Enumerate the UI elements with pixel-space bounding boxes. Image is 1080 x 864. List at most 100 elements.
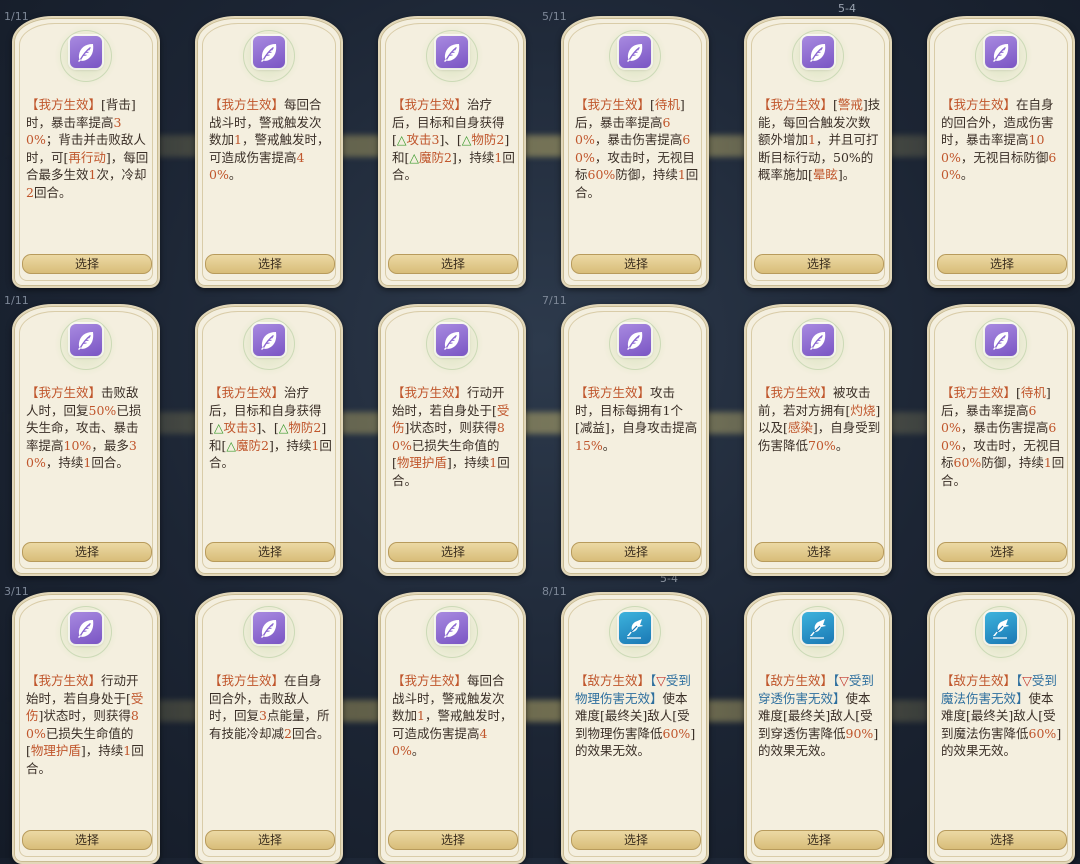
leaf-icon <box>985 324 1017 356</box>
skill-card[interactable]: 【敌方生效】【▽受到物理伤害无效】使本难度[最终关]敌人[受到物理伤害降低60%… <box>561 592 709 864</box>
skill-card[interactable]: 【我方生效】治疗后，目标和自身获得[△攻击3]、[△物防2]和[△魔防2]，持续… <box>195 304 343 576</box>
description-fragment: ，无视目标防御 <box>960 149 1049 165</box>
description-fragment: 。 <box>228 167 242 182</box>
description-fragment: ]、[ <box>256 420 279 435</box>
card-description: 【我方生效】[警戒]技能，每回合触发次数额外增加1，并且可打断目标行动，50%的… <box>758 96 882 184</box>
description-fragment: △ <box>213 420 224 435</box>
description-fragment: 90% <box>845 725 874 741</box>
skill-card[interactable]: 【我方生效】击败敌人时，回复50%已损失生命，攻击、暴击率提高10%，最多30%… <box>12 304 160 576</box>
description-fragment: ]。 <box>837 167 856 182</box>
description-fragment: 【敌方生效】 <box>575 673 651 688</box>
description-fragment: ▽ <box>656 673 666 688</box>
description-fragment: 10% <box>63 437 92 453</box>
bird-icon <box>802 612 834 644</box>
description-fragment: 2 <box>26 184 34 200</box>
select-button[interactable]: 选择 <box>22 542 152 562</box>
skill-card[interactable]: 【我方生效】[背击]时，暴击率提高30%；背击并击败敌人时，可[再行动]，每回合… <box>12 16 160 288</box>
description-fragment: △ <box>226 437 237 453</box>
description-fragment: 60% <box>587 167 616 182</box>
select-button[interactable]: 选择 <box>22 830 152 850</box>
description-fragment: ]，持续 <box>451 149 495 165</box>
description-fragment: 次，冷却 <box>96 167 147 182</box>
card-description: 【我方生效】治疗后，目标和自身获得[△攻击3]、[△物防2]和[△魔防2]，持续… <box>209 384 333 472</box>
description-fragment: 待机 <box>654 97 680 112</box>
leaf-icon <box>436 36 468 68</box>
select-button[interactable]: 选择 <box>937 542 1067 562</box>
skill-card[interactable]: 【我方生效】每回合战斗时，警戒触发次数加1，警戒触发时，可造成伤害提高40%。选… <box>195 16 343 288</box>
select-button[interactable]: 选择 <box>754 830 884 850</box>
description-fragment: 1 <box>234 132 242 147</box>
select-button[interactable]: 选择 <box>754 254 884 274</box>
leaf-icon <box>436 324 468 356</box>
leaf-icon <box>70 36 102 68</box>
description-fragment: 物理护盾 <box>396 455 447 470</box>
description-fragment: 防御，持续 <box>981 455 1044 470</box>
description-fragment: 感染 <box>787 420 813 435</box>
select-button[interactable]: 选择 <box>571 254 701 274</box>
description-fragment: 【敌方生效】 <box>941 673 1017 688</box>
skill-card[interactable]: 【我方生效】行动开始时，若自身处于[受伤]状态时，则获得80%已损失生命值的[物… <box>378 304 526 576</box>
leaf-icon <box>985 36 1017 68</box>
skill-card[interactable]: 【我方生效】[待机]后，暴击率提高60%，暴击伤害提高60%，攻击时，无视目标6… <box>927 304 1075 576</box>
card-description: 【我方生效】治疗后，目标和自身获得[△攻击3]、[△物防2]和[△魔防2]，持续… <box>392 96 516 184</box>
description-fragment: 【我方生效】 <box>209 97 285 112</box>
skill-card[interactable]: 【我方生效】每回合战斗时，警戒触发次数加1，警戒触发时，可造成伤害提高40%。选… <box>378 592 526 864</box>
description-fragment: 。 <box>411 743 425 758</box>
card-description: 【我方生效】击败敌人时，回复50%已损失生命，攻击、暴击率提高10%，最多30%… <box>26 384 150 472</box>
description-fragment: ]，持续 <box>446 455 490 470</box>
description-fragment: 【我方生效】 <box>26 385 102 400</box>
select-button[interactable]: 选择 <box>205 830 335 850</box>
description-fragment: 。 <box>960 167 974 182</box>
description-fragment: 70% <box>808 437 836 453</box>
select-button[interactable]: 选择 <box>22 254 152 274</box>
description-fragment: ，持续 <box>45 455 84 470</box>
description-fragment: 3 <box>259 708 267 723</box>
description-fragment: 【我方生效】 <box>941 97 1017 112</box>
leaf-icon <box>70 612 102 644</box>
description-fragment: ]状态时，则获得 <box>38 708 131 723</box>
skill-card[interactable]: 【我方生效】被攻击前，若对方拥有[灼烧]以及[感染]，自身受到伤害降低70%。选… <box>744 304 892 576</box>
description-fragment: 待机 <box>1020 385 1046 400</box>
select-button[interactable]: 选择 <box>205 254 335 274</box>
skill-card[interactable]: 【我方生效】在自身的回合外，造成伤害时，暴击率提高100%，无视目标防御60%。… <box>927 16 1075 288</box>
description-fragment: 【我方生效】 <box>575 385 651 400</box>
select-button[interactable]: 选择 <box>937 830 1067 850</box>
select-button[interactable]: 选择 <box>571 542 701 562</box>
description-fragment: 回合。 <box>91 455 129 470</box>
description-fragment: 攻击3 <box>223 420 257 435</box>
select-button[interactable]: 选择 <box>388 830 518 850</box>
description-fragment: 再行动 <box>68 149 106 165</box>
skill-card[interactable]: 【我方生效】攻击时，目标每拥有1个[减益]，自身攻击提高15%。 选择 <box>561 304 709 576</box>
description-fragment: ▽ <box>839 673 849 688</box>
description-fragment: 【我方生效】 <box>758 385 834 400</box>
description-fragment: ]、[ <box>439 132 462 147</box>
leaf-icon <box>253 612 285 644</box>
description-fragment: 物理护盾 <box>30 743 81 758</box>
description-fragment: 攻击3 <box>406 132 440 147</box>
description-fragment: 魔防2 <box>236 437 269 453</box>
select-button[interactable]: 选择 <box>571 830 701 850</box>
skill-card[interactable]: 【我方生效】[待机]后，暴击率提高60%，暴击伤害提高60%，攻击时，无视目标6… <box>561 16 709 288</box>
select-button[interactable]: 选择 <box>205 542 335 562</box>
description-fragment: 1 <box>1043 455 1052 470</box>
skill-card[interactable]: 【我方生效】[警戒]技能，每回合触发次数额外增加1，并且可打断目标行动，50%的… <box>744 16 892 288</box>
description-fragment: ，暴击伤害提高 <box>960 420 1049 435</box>
description-fragment: 15% <box>575 437 603 453</box>
card-description: 【我方生效】每回合战斗时，警戒触发次数加1，警戒触发时，可造成伤害提高40%。 <box>209 96 333 184</box>
select-button[interactable]: 选择 <box>937 254 1067 274</box>
description-fragment: 60% <box>1028 725 1057 741</box>
description-fragment: 【我方生效】 <box>209 385 285 400</box>
description-fragment: 晕眩 <box>812 167 838 182</box>
select-button[interactable]: 选择 <box>754 542 884 562</box>
skill-card[interactable]: 【我方生效】治疗后，目标和自身获得[△攻击3]、[△物防2]和[△魔防2]，持续… <box>378 16 526 288</box>
select-button[interactable]: 选择 <box>388 542 518 562</box>
description-fragment: 魔防2 <box>419 149 452 165</box>
skill-card[interactable]: 【敌方生效】【▽受到魔法伤害无效】使本难度[最终关]敌人[受到魔法伤害降低60%… <box>927 592 1075 864</box>
skill-card[interactable]: 【我方生效】行动开始时，若自身处于[受伤]状态时，则获得80%已损失生命值的[物… <box>12 592 160 864</box>
card-description: 【我方生效】每回合战斗时，警戒触发次数加1，警戒触发时，可造成伤害提高40%。 <box>392 672 516 760</box>
description-fragment: 灼烧 <box>850 402 876 418</box>
description-fragment: 。 <box>835 437 849 453</box>
skill-card[interactable]: 【敌方生效】【▽受到穿透伤害无效】使本难度[最终关]敌人[受到穿透伤害降低90%… <box>744 592 892 864</box>
skill-card[interactable]: 【我方生效】在自身回合外，击败敌人时，回复3点能量，所有技能冷却减2回合。 选择 <box>195 592 343 864</box>
select-button[interactable]: 选择 <box>388 254 518 274</box>
